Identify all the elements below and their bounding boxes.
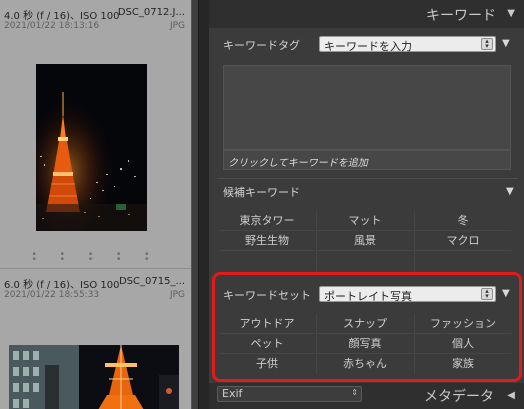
disclosure-triangle-icon[interactable]: ▼ bbox=[506, 186, 514, 197]
keyword-tags-select-value: キーワードを入力 bbox=[324, 40, 412, 53]
panel-title: キーワード bbox=[426, 8, 496, 24]
metadata-title: メタデータ bbox=[424, 389, 494, 405]
thumbnail-tokyo-tower-closeup[interactable] bbox=[9, 345, 179, 409]
exposure-info: 4.0 秒 (f / 16)、ISO 100 bbox=[4, 11, 120, 22]
keyword-tags-select[interactable]: キーワードを入力 ▴ ▾ bbox=[319, 36, 496, 53]
filmstrip-cell-2[interactable]: 6.0 秒 (f / 16)、ISO 100 DSC_0715_... 2021… bbox=[0, 255, 191, 409]
suggestion-keyword[interactable]: マット bbox=[317, 211, 413, 231]
grid-line bbox=[414, 211, 415, 271]
capture-date: 2021/01/22 18:13:16 bbox=[4, 21, 100, 31]
suggestion-keyword[interactable] bbox=[219, 251, 315, 271]
keyword-set-highlight bbox=[212, 272, 522, 382]
suggestion-keyword[interactable]: マクロ bbox=[415, 231, 511, 251]
expand-triangle-icon[interactable]: ◀ bbox=[507, 390, 515, 401]
suggestion-keyword[interactable] bbox=[415, 251, 511, 271]
disclosure-triangle-icon[interactable]: ▼ bbox=[502, 38, 510, 49]
file-format: JPG bbox=[169, 290, 185, 300]
section-divider bbox=[217, 178, 518, 179]
dropdown-arrow-icon: ▴ ▾ bbox=[481, 38, 493, 50]
file-name: DSC_0715_... bbox=[118, 276, 185, 287]
metadata-preset-select[interactable]: Exif ⇕ bbox=[217, 386, 362, 402]
suggestion-keyword[interactable]: 野生生物 bbox=[219, 231, 315, 251]
filmstrip-cell-1[interactable]: 4.0 秒 (f / 16)、ISO 100 DSC_0712.J... 202… bbox=[0, 0, 191, 262]
keyword-suggestions-label: 候補キーワード bbox=[223, 186, 300, 199]
metadata-preset-value: Exif bbox=[222, 387, 243, 400]
keywording-header[interactable]: キーワード ▼ bbox=[209, 0, 524, 28]
suggestion-keyword[interactable] bbox=[317, 251, 413, 271]
filmstrip-scrollbar[interactable] bbox=[191, 0, 199, 409]
suggestion-keyword[interactable]: 東京タワー bbox=[219, 211, 315, 231]
file-name: DSC_0712.J... bbox=[117, 7, 185, 18]
keyword-suggestions-grid: 東京タワー マット 冬 野生生物 風景 マクロ bbox=[219, 211, 517, 271]
filmstrip: 4.0 秒 (f / 16)、ISO 100 DSC_0712.J... 202… bbox=[0, 0, 191, 409]
capture-date: 2021/01/22 18:55:33 bbox=[4, 290, 100, 300]
panel-divider bbox=[199, 0, 209, 409]
metadata-header[interactable]: Exif ⇕ メタデータ ◀ bbox=[209, 383, 524, 409]
tokyo-tower-image bbox=[9, 345, 179, 409]
collapse-triangle-icon[interactable]: ▼ bbox=[507, 8, 515, 19]
rating-dots[interactable]: • • • • • bbox=[0, 255, 191, 265]
thumbnail-tokyo-tower-night[interactable] bbox=[36, 64, 147, 231]
keywording-panel: キーワード ▼ キーワードタグ キーワードを入力 ▴ ▾ ▼ クリックしてキーワー… bbox=[209, 0, 524, 409]
keyword-tags-textarea[interactable] bbox=[223, 65, 511, 150]
tokyo-tower-image bbox=[36, 64, 147, 231]
exposure-info: 6.0 秒 (f / 16)、ISO 100 bbox=[4, 280, 120, 291]
file-format: JPG bbox=[169, 21, 185, 31]
suggestion-keyword[interactable]: 冬 bbox=[415, 211, 511, 231]
add-keyword-field[interactable]: クリックしてキーワードを追加 bbox=[223, 150, 511, 170]
keyword-tags-label: キーワードタグ bbox=[223, 39, 300, 52]
suggestion-keyword[interactable]: 風景 bbox=[317, 231, 413, 251]
dropdown-arrow-icon: ⇕ bbox=[351, 388, 358, 397]
grid-line bbox=[316, 211, 317, 271]
